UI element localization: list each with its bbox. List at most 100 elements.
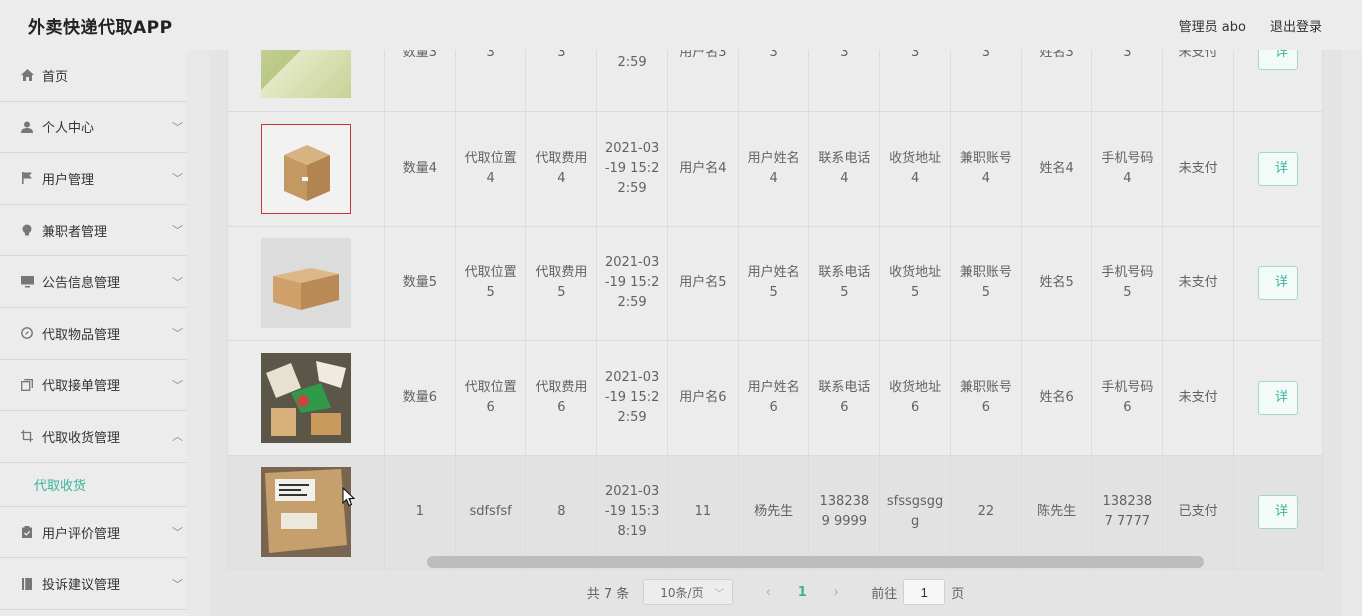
main-content: 数量3 3 3 -19 15:2 2:59 用户名3 3 3 3 3 姓名3 3…	[209, 50, 1342, 616]
sidebar-item-personal-center[interactable]: 个人中心 ﹀	[0, 102, 187, 154]
action-cell: 详	[1233, 50, 1323, 112]
table-row[interactable]: 1 sdfsfsf 8 2021-03 -19 15:3 8:19 11 杨先生…	[228, 455, 1323, 570]
qty-cell: 数量5	[384, 226, 456, 341]
home-icon	[20, 68, 34, 82]
sidebar-item-user-management[interactable]: 用户管理 ﹀	[0, 153, 187, 205]
sidebar-item-label: 首页	[42, 69, 69, 85]
sidebar-item-label: 代取收货管理	[42, 430, 121, 446]
mobile-cell: 1382387 7777	[1091, 455, 1164, 570]
package-image	[260, 50, 351, 99]
receipt-table-container[interactable]: 数量3 3 3 -19 15:2 2:59 用户名3 3 3 3 3 姓名3 3…	[227, 50, 1323, 570]
chevron-down-icon: ﹀	[172, 172, 183, 186]
address-cell: 收货地址 6	[879, 340, 951, 456]
page-size-select[interactable]: 10条/页 ﹀	[643, 579, 734, 605]
mobile-cell: 手机号码 4	[1091, 111, 1164, 227]
chevron-down-icon: ﹀	[172, 526, 183, 540]
action-cell: 详	[1233, 455, 1323, 570]
detail-button[interactable]: 详	[1257, 266, 1298, 300]
compass-icon	[20, 326, 34, 340]
action-cell: 详	[1233, 226, 1323, 341]
chevron-down-icon: ﹀	[714, 588, 725, 600]
chevron-down-icon: ﹀	[172, 224, 183, 238]
realname-cell: 用户姓名 6	[738, 340, 810, 456]
package-image	[260, 123, 351, 214]
sidebar-item-label: 投诉建议管理	[42, 578, 121, 594]
realname-cell: 用户姓名 5	[738, 226, 810, 341]
goto-page-input[interactable]	[903, 579, 946, 605]
next-page-button[interactable]: ›	[819, 585, 853, 600]
time-cell: 2021-03 -19 15:3 8:19	[596, 455, 668, 570]
time-cell: -19 15:2 2:59	[596, 50, 668, 112]
parttime-account-cell: 兼职账号 4	[950, 111, 1022, 227]
phone-cell: 1382389 9999	[808, 455, 881, 570]
horizontal-scrollbar[interactable]	[427, 556, 1204, 568]
parttime-account-cell: 3	[950, 50, 1022, 112]
sidebar-item-home[interactable]: 首页	[0, 50, 187, 102]
sidebar-item-review-management[interactable]: 用户评价管理 ﹀	[0, 507, 187, 559]
username-cell: 用户名3	[667, 50, 739, 112]
logout-link[interactable]: 退出登录	[1270, 16, 1322, 35]
table-row[interactable]: 数量5 代取位置 5 代取费用 5 2021-03 -19 15:2 2:59 …	[228, 226, 1323, 341]
realname-cell: 用户姓名 4	[738, 111, 810, 227]
sidebar-item-notice-management[interactable]: 公告信息管理 ﹀	[0, 256, 187, 308]
copy-icon	[20, 378, 34, 392]
realname-cell: 3	[738, 50, 810, 112]
location-cell: 3	[455, 50, 527, 112]
total-count: 共 7 条	[586, 586, 630, 602]
location-cell: 代取位置 4	[455, 111, 527, 227]
chevron-down-icon: ﹀	[172, 577, 183, 591]
table-row[interactable]: 数量4 代取位置 4 代取费用 4 2021-03 -19 15:2 2:59 …	[228, 111, 1323, 227]
username-cell: 11	[667, 455, 739, 570]
sidebar-subitem-receipt[interactable]: 代取收货	[0, 463, 187, 507]
fee-cell: 8	[525, 455, 598, 570]
detail-button[interactable]: 详	[1257, 50, 1298, 71]
sidebar-item-order-management[interactable]: 代取接单管理 ﹀	[0, 360, 187, 412]
payment-status-cell: 未支付	[1162, 111, 1234, 227]
address-cell: 3	[879, 50, 951, 112]
qty-cell: 数量6	[384, 340, 456, 456]
sidebar-item-complaint-management[interactable]: 投诉建议管理 ﹀	[0, 558, 187, 610]
package-image	[260, 352, 351, 443]
chevron-down-icon: ﹀	[172, 378, 183, 392]
admin-user-label[interactable]: 管理员 abo	[1179, 16, 1246, 35]
detail-button[interactable]: 详	[1257, 380, 1298, 415]
fee-cell: 3	[525, 50, 598, 112]
parttime-account-cell: 兼职账号 5	[950, 226, 1022, 341]
image-cell	[228, 340, 385, 456]
parttime-account-cell: 22	[950, 455, 1022, 570]
detail-button[interactable]: 详	[1257, 151, 1298, 186]
prev-page-button[interactable]: ‹	[751, 585, 785, 600]
pagination: 共 7 条 10条/页 ﹀ ‹ 1 › 前往 页	[209, 578, 1342, 606]
realname-cell: 杨先生	[738, 455, 810, 570]
parttime-account-cell: 兼职账号 6	[950, 340, 1022, 456]
table-row[interactable]: 数量6 代取位置 6 代取费用 6 2021-03 -19 15:2 2:59 …	[228, 340, 1323, 456]
parttime-name-cell: 姓名6	[1021, 340, 1093, 456]
phone-cell: 联系电话 4	[808, 111, 881, 227]
flag-icon	[20, 171, 34, 185]
payment-status-cell: 已支付	[1162, 455, 1234, 570]
payment-status-cell: 未支付	[1162, 226, 1234, 341]
fee-cell: 代取费用 5	[525, 226, 598, 341]
sidebar-item-label: 用户评价管理	[42, 526, 121, 542]
payment-status-cell: 未支付	[1162, 50, 1234, 112]
detail-button[interactable]: 详	[1257, 495, 1298, 529]
bulb-icon	[20, 223, 34, 237]
qty-cell: 1	[384, 455, 456, 570]
package-image	[260, 467, 351, 557]
sidebar-item-label: 公告信息管理	[42, 276, 121, 292]
sidebar-item-parttimer-management[interactable]: 兼职者管理 ﹀	[0, 205, 187, 257]
sidebar-item-item-management[interactable]: 代取物品管理 ﹀	[0, 308, 187, 360]
page-number-current[interactable]: 1	[785, 585, 819, 600]
sidebar-item-receipt-management[interactable]: 代取收货管理 ︿	[0, 411, 187, 463]
package-image	[260, 238, 351, 328]
fee-cell: 代取费用 6	[525, 340, 598, 456]
parttime-name-cell: 陈先生	[1021, 455, 1093, 570]
address-cell: 收货地址 5	[879, 226, 951, 341]
fee-cell: 代取费用 4	[525, 111, 598, 227]
mobile-cell: 手机号码 6	[1091, 340, 1164, 456]
mouse-cursor-icon	[342, 487, 356, 507]
mobile-cell: 3	[1091, 50, 1164, 112]
table-row[interactable]: 数量3 3 3 -19 15:2 2:59 用户名3 3 3 3 3 姓名3 3…	[228, 50, 1323, 112]
chevron-down-icon: ﹀	[172, 120, 183, 134]
sidebar-item-label: 兼职者管理	[42, 224, 108, 240]
